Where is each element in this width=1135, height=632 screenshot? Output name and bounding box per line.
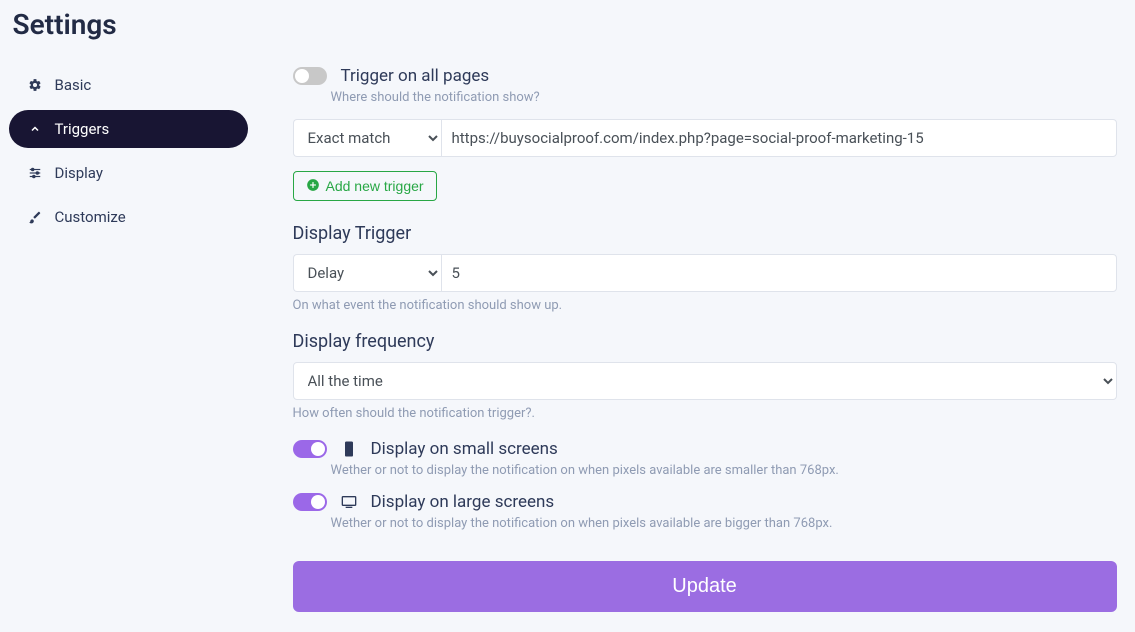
trigger-rule-group: Exact match — [293, 119, 1117, 157]
small-screens-label: Display on small screens — [371, 439, 558, 459]
chevron-up-icon — [27, 123, 43, 135]
sidebar-item-label: Display — [55, 164, 103, 182]
desktop-icon — [341, 495, 357, 509]
large-screens-toggle[interactable] — [293, 493, 327, 511]
plus-circle-icon — [306, 178, 320, 194]
display-trigger-group: Delay — [293, 254, 1117, 292]
trigger-all-pages-hint: Where should the notification show? — [331, 90, 1117, 105]
update-button[interactable]: Update — [293, 561, 1117, 612]
brush-icon — [27, 210, 43, 224]
mobile-icon — [341, 441, 357, 457]
add-trigger-button[interactable]: Add new trigger — [293, 171, 437, 201]
sidebar-item-display[interactable]: Display — [9, 154, 248, 192]
gear-icon — [27, 78, 43, 92]
display-frequency-heading: Display frequency — [293, 331, 1117, 352]
large-screens-hint: Wether or not to display the notificatio… — [331, 516, 1117, 531]
match-type-select[interactable]: Exact match — [293, 119, 441, 157]
add-trigger-label: Add new trigger — [326, 178, 424, 194]
display-trigger-hint: On what event the notification should sh… — [293, 298, 1117, 313]
sidebar-item-label: Customize — [55, 208, 126, 226]
display-trigger-type-select[interactable]: Delay — [293, 254, 441, 292]
small-screens-toggle[interactable] — [293, 440, 327, 458]
settings-sidebar: Basic Triggers Display Customize — [9, 66, 263, 242]
sliders-icon — [27, 166, 43, 180]
display-frequency-hint: How often should the notification trigge… — [293, 406, 1117, 421]
trigger-all-pages-label: Trigger on all pages — [341, 66, 490, 86]
large-screens-label: Display on large screens — [371, 492, 555, 512]
sidebar-item-basic[interactable]: Basic — [9, 66, 248, 104]
display-trigger-value-input[interactable] — [441, 254, 1117, 292]
display-trigger-heading: Display Trigger — [293, 223, 1117, 244]
sidebar-item-label: Triggers — [55, 120, 110, 138]
trigger-all-pages-toggle[interactable] — [293, 67, 327, 85]
small-screens-hint: Wether or not to display the notificatio… — [331, 463, 1117, 478]
display-frequency-select[interactable]: All the time — [293, 362, 1117, 400]
sidebar-item-customize[interactable]: Customize — [9, 198, 248, 236]
sidebar-item-label: Basic — [55, 76, 92, 94]
trigger-url-input[interactable] — [441, 119, 1117, 157]
page-title: Settings — [13, 8, 1127, 41]
settings-main: Trigger on all pages Where should the no… — [263, 66, 1127, 612]
sidebar-item-triggers[interactable]: Triggers — [9, 110, 248, 148]
